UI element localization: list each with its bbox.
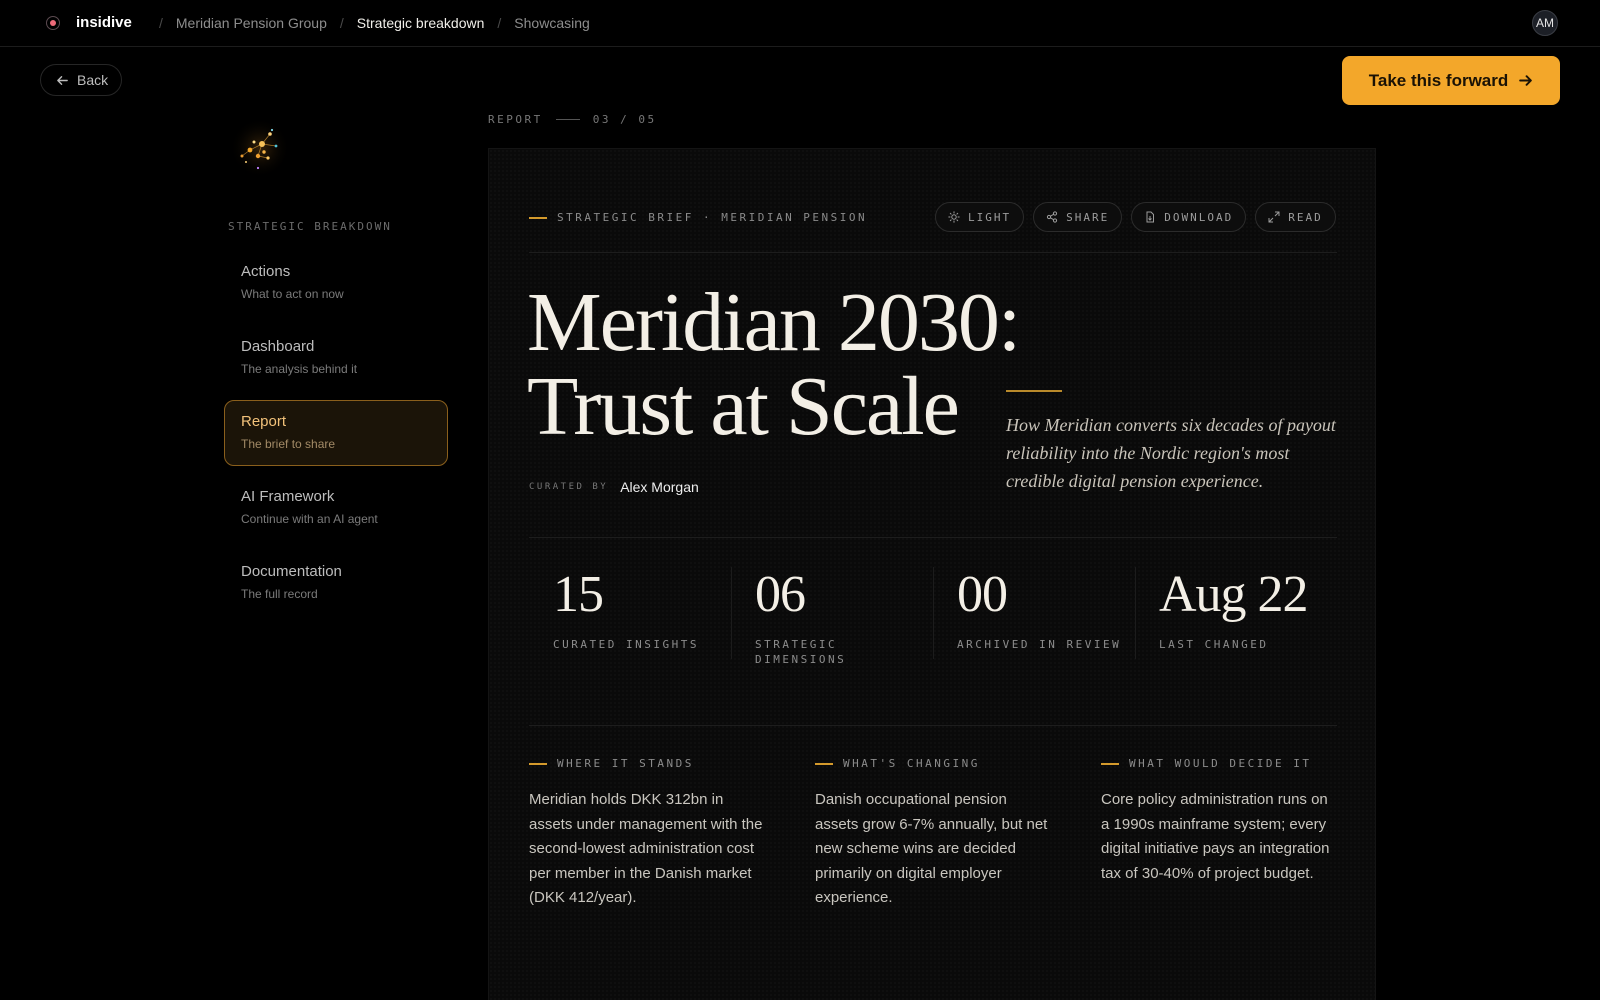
stat-last-changed: Aug 22 LAST CHANGED [1135,567,1337,667]
report-kicker: STRATEGIC BRIEF · MERIDIAN PENSION [529,211,867,224]
report-tagline: How Meridian converts six decades of pay… [1006,415,1336,491]
curated-label: CURATED BY [529,482,609,492]
stat-label: LAST CHANGED [1159,638,1269,651]
curated-by: CURATED BY Alex Morgan [529,479,699,495]
sidebar-item-actions[interactable]: Actions What to act on now [224,250,448,316]
sidebar-section-label: STRATEGIC BREAKDOWN [228,220,392,233]
report-card: STRATEGIC BRIEF · MERIDIAN PENSION LIGHT [488,148,1376,1000]
back-button[interactable]: Back [40,64,122,96]
sidebar-item-subtitle: The full record [241,587,318,601]
stat-label: ARCHIVED IN REVIEW [957,638,1122,651]
sidebar-item-dashboard[interactable]: Dashboard The analysis behind it [224,325,448,391]
column-whats-changing: WHAT'S CHANGING Danish occupational pens… [815,757,1049,911]
accent-bar [529,762,547,765]
sidebar-item-report[interactable]: Report The brief to share [224,400,448,466]
stat-label: CURATED INSIGHTS [553,638,699,651]
share-button[interactable]: SHARE [1033,202,1123,232]
report-label: REPORT [488,113,543,126]
stat-archived-in-review: 00 ARCHIVED IN REVIEW [933,567,1135,667]
brand-name[interactable]: insidive [76,14,132,31]
light-mode-button[interactable]: LIGHT [935,202,1025,232]
file-download-icon [1146,211,1155,223]
download-button[interactable]: DOWNLOAD [1131,202,1247,232]
divider [529,537,1337,538]
download-label: DOWNLOAD [1164,210,1234,224]
sidebar-item-documentation[interactable]: Documentation The full record [224,550,448,616]
sidebar-item-subtitle: What to act on now [241,287,344,301]
arrow-left-icon [57,75,68,85]
share-icon [1047,211,1058,223]
column-heading-text: WHERE IT STANDS [557,757,694,770]
breadcrumb-item-breakdown[interactable]: Strategic breakdown [357,15,485,31]
expand-icon [1268,211,1280,223]
stat-strategic-dimensions: 06 STRATEGIC DIMENSIONS [731,567,933,667]
column-what-would-decide-it: WHAT WOULD DECIDE IT Core policy adminis… [1101,757,1335,911]
report-title-line-2: Trust at Scale [527,360,960,453]
report-meta: REPORT 03 / 05 [488,113,657,126]
report-title: Meridian 2030: Trust at Scale [527,281,1021,449]
accent-bar [529,216,547,219]
report-actions: LIGHT SHARE DOWNLOAD READ [935,202,1336,232]
page-indicator: 03 / 05 [592,113,657,126]
column-where-it-stands: WHERE IT STANDS Meridian holds DKK 312bn… [529,757,763,911]
sidebar-item-title: Dashboard [241,338,315,355]
accent-bar [815,762,833,765]
divider [529,725,1337,726]
accent-bar [1101,762,1119,765]
column-body: Core policy administration runs on a 199… [1101,791,1330,882]
accent-rule [1006,390,1062,392]
light-label: LIGHT [968,210,1012,224]
breadcrumb: / Meridian Pension Group / Strategic bre… [146,15,590,31]
column-body: Danish occupational pension assets grow … [815,791,1048,906]
breadcrumb-separator: / [339,15,344,31]
stat-value: Aug 22 [1159,566,1309,623]
logo-icon[interactable] [46,16,60,30]
stat-curated-insights: 15 CURATED INSIGHTS [529,567,731,667]
column-heading: WHAT'S CHANGING [815,757,1049,770]
breadcrumb-item-showcasing[interactable]: Showcasing [514,15,590,31]
summary-columns: WHERE IT STANDS Meridian holds DKK 312bn… [529,757,1337,911]
report-title-line-1: Meridian 2030: [527,276,1021,369]
take-forward-button[interactable]: Take this forward [1342,56,1560,105]
arrow-right-icon [1519,75,1533,86]
take-forward-label: Take this forward [1368,70,1509,90]
sidebar-item-subtitle: The brief to share [241,437,336,451]
stat-value: 15 [553,566,604,623]
share-label: SHARE [1066,210,1110,224]
sidebar-item-subtitle: Continue with an AI agent [241,512,378,526]
divider [529,252,1337,253]
column-heading-text: WHAT WOULD DECIDE IT [1129,757,1312,770]
stats-row: 15 CURATED INSIGHTS 06 STRATEGIC DIMENSI… [529,567,1337,667]
sidebar-item-ai-framework[interactable]: AI Framework Continue with an AI agent [224,475,448,541]
sidebar-item-subtitle: The analysis behind it [241,362,358,376]
read-label: READ [1288,210,1323,224]
top-bar: insidive / Meridian Pension Group / Stra… [0,0,1600,47]
avatar[interactable]: AM [1532,10,1558,36]
sidebar-item-title: Actions [241,263,291,280]
stat-label: STRATEGIC DIMENSIONS [755,638,847,666]
back-button-label: Back [77,72,109,88]
sidebar-item-title: Documentation [241,563,342,580]
column-heading-text: WHAT'S CHANGING [843,757,980,770]
kicker-text: STRATEGIC BRIEF · MERIDIAN PENSION [557,211,868,224]
stat-value: 06 [755,566,806,623]
stat-value: 00 [957,566,1008,623]
sun-icon [948,211,960,223]
constellation-logo-icon [230,118,290,178]
sidebar-item-title: AI Framework [241,488,335,505]
column-heading: WHERE IT STANDS [529,757,763,770]
read-mode-button[interactable]: READ [1255,202,1336,232]
breadcrumb-separator: / [497,15,502,31]
breadcrumb-item-group[interactable]: Meridian Pension Group [176,15,327,31]
breadcrumb-separator: / [159,15,163,31]
column-heading: WHAT WOULD DECIDE IT [1101,757,1335,770]
sidebar-nav: Actions What to act on now Dashboard The… [224,250,448,625]
sidebar-item-title: Report [241,413,287,430]
column-body: Meridian holds DKK 312bn in assets under… [529,791,763,906]
divider [555,119,580,120]
curator-name: Alex Morgan [620,479,699,495]
